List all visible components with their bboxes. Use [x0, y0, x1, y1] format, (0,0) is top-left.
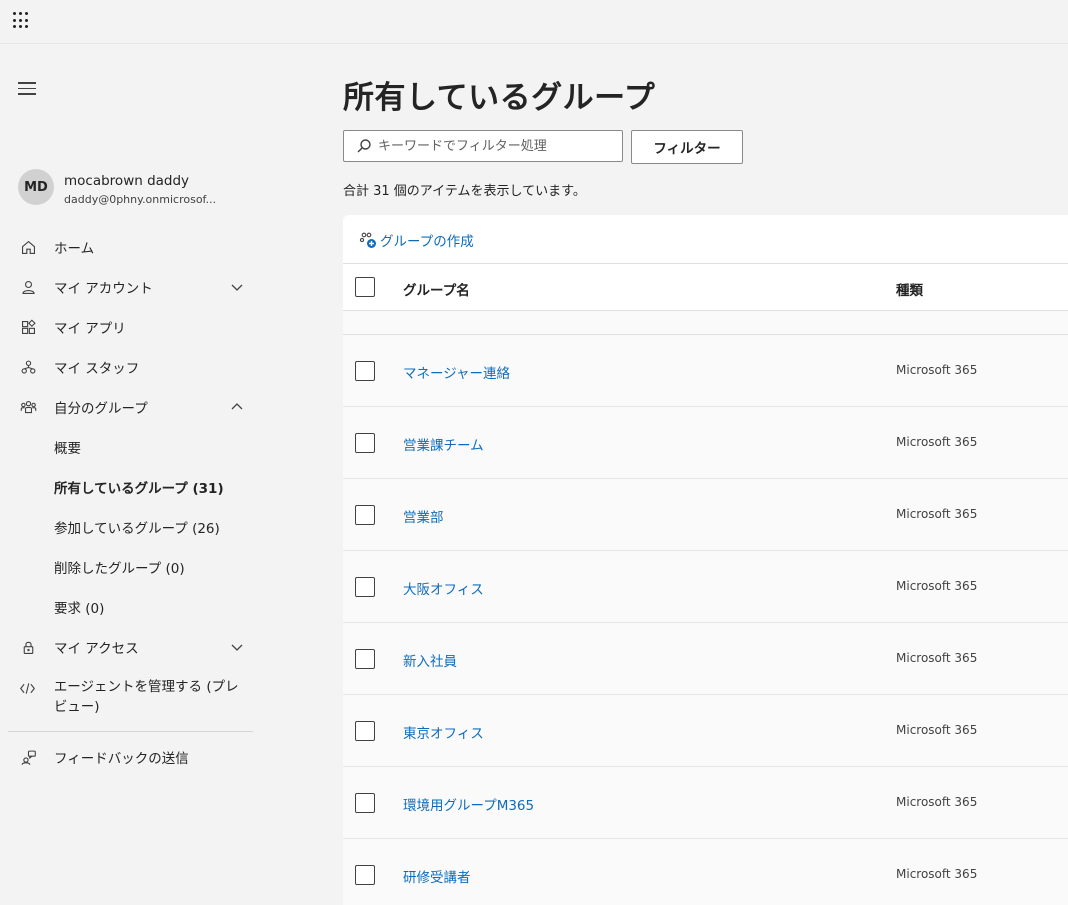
chevron-up-icon[interactable]	[230, 400, 244, 414]
sidebar-item-label: マイ アクセス	[54, 641, 139, 657]
table-row[interactable]: 新入社員 Microsoft 365	[343, 623, 1068, 695]
table-row[interactable]: 環境用グループM365 Microsoft 365	[343, 767, 1068, 839]
sidebar: MD mocabrown daddy daddy@0phny.onmicroso…	[0, 45, 262, 905]
sidebar-item-label: エージェントを管理する (プレビュー)	[53, 679, 239, 715]
group-type: Microsoft 365	[896, 363, 978, 377]
row-checkbox[interactable]	[355, 361, 375, 381]
group-name-link[interactable]: 環境用グループM365	[403, 794, 534, 814]
sidebar-item-label: マイ アカウント	[54, 281, 153, 297]
select-all-checkbox[interactable]	[355, 277, 375, 297]
sidebar-item-label: マイ スタッフ	[54, 361, 140, 377]
column-header-name[interactable]: グループ名	[403, 279, 470, 299]
group-type: Microsoft 365	[896, 507, 978, 521]
chevron-down-icon[interactable]	[230, 640, 244, 654]
search-input[interactable]	[378, 138, 618, 154]
row-checkbox[interactable]	[355, 649, 375, 669]
people-team-icon	[18, 397, 38, 417]
sidebar-item-feedback[interactable]: フィードバックの送信	[10, 740, 252, 774]
people-org-icon	[18, 357, 38, 377]
main-content: 所有しているグループ フィルター 合計 31 個のアイテムを表示しています。 グ…	[343, 45, 1068, 905]
row-checkbox[interactable]	[355, 865, 375, 885]
group-type: Microsoft 365	[896, 579, 978, 593]
sidebar-item-my-staff[interactable]: マイ スタッフ	[10, 350, 252, 384]
search-icon	[357, 139, 371, 153]
sidebar-item-my-apps[interactable]: マイ アプリ	[10, 310, 252, 344]
group-name-link[interactable]: 研修受講者	[403, 866, 471, 886]
filter-button[interactable]: フィルター	[631, 130, 743, 164]
sidebar-subitem-overview[interactable]: 概要	[54, 432, 254, 462]
search-box[interactable]	[343, 130, 623, 162]
table-header: グループ名 種類	[343, 263, 1068, 311]
table-row[interactable]: 営業課チーム Microsoft 365	[343, 407, 1068, 479]
group-name-link[interactable]: 大阪オフィス	[403, 578, 484, 598]
sidebar-item-label: 自分のグループ	[54, 401, 148, 417]
table-row[interactable]: 研修受講者 Microsoft 365	[343, 839, 1068, 905]
group-name-link[interactable]: 営業部	[403, 506, 444, 526]
table-row[interactable]: 東京オフィス Microsoft 365	[343, 695, 1068, 767]
table-spacer	[343, 311, 1068, 335]
sidebar-item-label: ホーム	[54, 241, 95, 257]
user-profile[interactable]: MD mocabrown daddy daddy@0phny.onmicroso…	[18, 169, 258, 209]
group-type: Microsoft 365	[896, 723, 978, 737]
table-row[interactable]: マネージャー連絡 Microsoft 365	[343, 335, 1068, 407]
sidebar-item-home[interactable]: ホーム	[10, 230, 252, 264]
sidebar-subitem-requests[interactable]: 要求 (0)	[54, 592, 254, 622]
profile-email: daddy@0phny.onmicrosof...	[64, 193, 217, 206]
page-title: 所有しているグループ	[343, 80, 656, 116]
group-type: Microsoft 365	[896, 795, 978, 809]
row-checkbox[interactable]	[355, 505, 375, 525]
sidebar-item-manage-agents[interactable]: エージェントを管理する (プレビュー)	[10, 677, 252, 721]
row-checkbox[interactable]	[355, 433, 375, 453]
add-group-icon	[359, 232, 376, 248]
home-icon	[18, 237, 38, 257]
sidebar-item-label: マイ アプリ	[54, 321, 126, 337]
sidebar-subitem-deleted-groups[interactable]: 削除したグループ (0)	[54, 552, 254, 582]
group-type: Microsoft 365	[896, 435, 978, 449]
sidebar-subitem-member-groups[interactable]: 参加しているグループ (26)	[54, 512, 254, 542]
apps-icon	[18, 317, 38, 337]
lock-icon	[18, 637, 38, 657]
top-bar	[0, 0, 1068, 44]
waffle-icon[interactable]	[13, 12, 31, 30]
create-group-label: グループの作成	[380, 234, 474, 250]
profile-name: mocabrown daddy	[64, 173, 190, 189]
hamburger-icon[interactable]	[18, 82, 36, 96]
group-name-link[interactable]: マネージャー連絡	[403, 362, 510, 382]
table-row[interactable]: 大阪オフィス Microsoft 365	[343, 551, 1068, 623]
item-count-text: 合計 31 個のアイテムを表示しています。	[343, 184, 586, 199]
sidebar-item-my-groups[interactable]: 自分のグループ	[10, 390, 252, 424]
sidebar-subitem-owned-groups[interactable]: 所有しているグループ (31)	[54, 472, 254, 502]
sidebar-divider	[8, 731, 253, 732]
row-checkbox[interactable]	[355, 721, 375, 741]
group-name-link[interactable]: 新入社員	[403, 650, 457, 670]
table-row[interactable]: 営業部 Microsoft 365	[343, 479, 1068, 551]
row-checkbox[interactable]	[355, 793, 375, 813]
row-checkbox[interactable]	[355, 577, 375, 597]
avatar: MD	[18, 169, 54, 205]
sidebar-item-label: フィードバックの送信	[54, 751, 189, 767]
person-icon	[18, 277, 38, 297]
chevron-down-icon[interactable]	[230, 280, 244, 294]
code-icon	[18, 678, 38, 698]
groups-table-card: グループの作成 グループ名 種類 マネージャー連絡 Microsoft 365 …	[343, 215, 1068, 905]
sidebar-item-my-access[interactable]: マイ アクセス	[10, 630, 252, 664]
group-type: Microsoft 365	[896, 867, 978, 881]
group-name-link[interactable]: 東京オフィス	[403, 722, 484, 742]
feedback-icon	[18, 747, 38, 767]
create-group-button[interactable]: グループの作成	[359, 230, 474, 250]
group-name-link[interactable]: 営業課チーム	[403, 434, 484, 454]
column-header-type[interactable]: 種類	[896, 279, 923, 299]
sidebar-item-my-account[interactable]: マイ アカウント	[10, 270, 252, 304]
group-type: Microsoft 365	[896, 651, 978, 665]
